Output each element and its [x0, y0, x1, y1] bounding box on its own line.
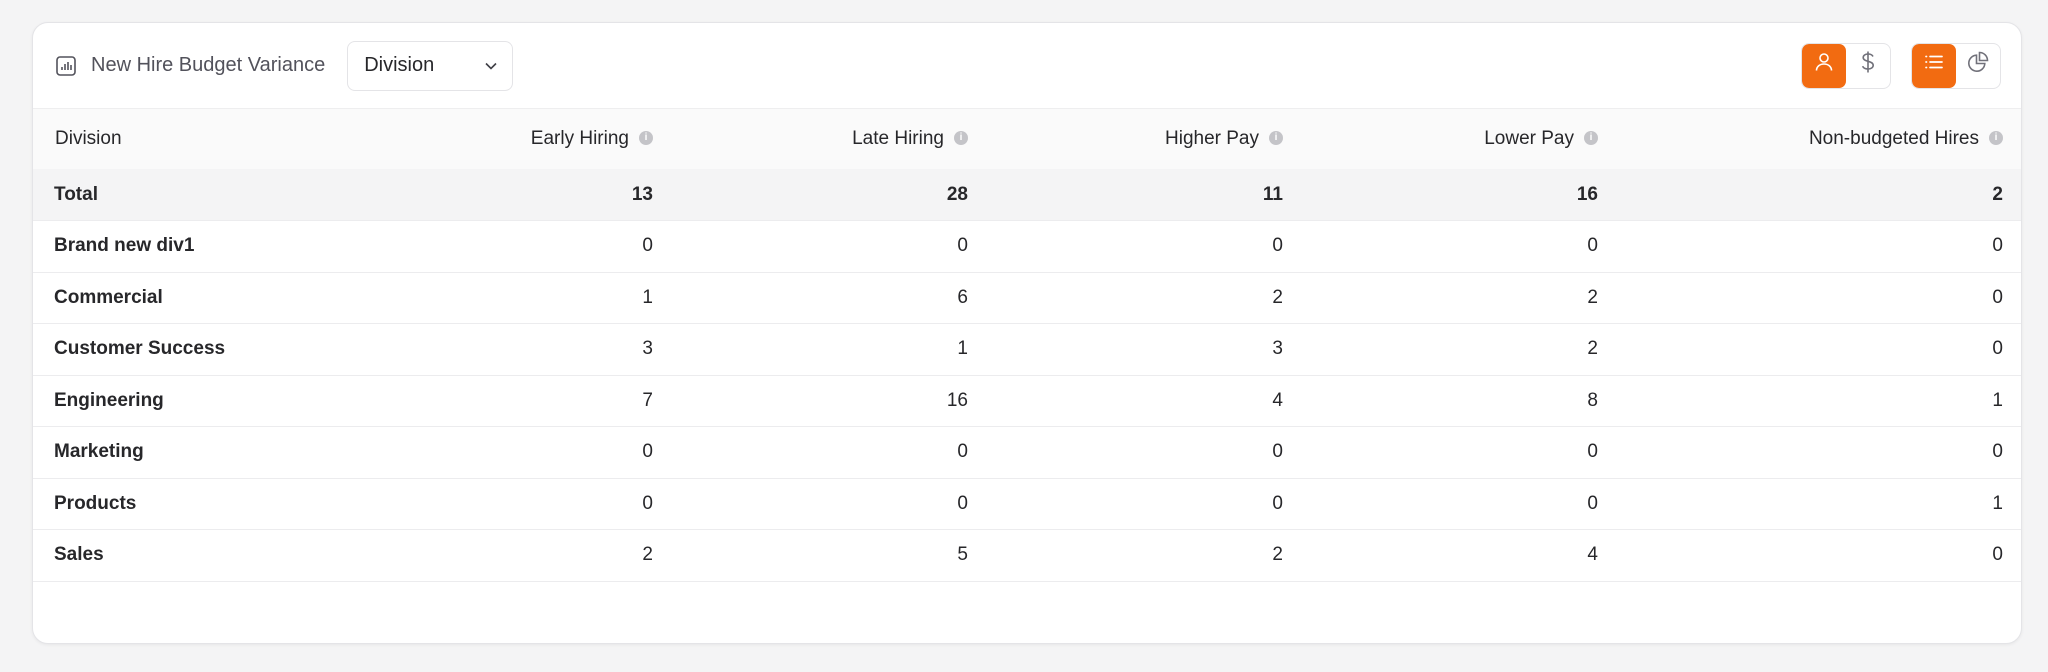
column-header-late-hiring[interactable]: Late Hiring i	[673, 109, 988, 169]
row-label: Sales	[54, 544, 104, 566]
table-row: Brand new div1 0 0 0 0 0	[33, 221, 2021, 272]
cell-higher-pay: 0	[1272, 441, 1283, 463]
info-icon[interactable]: i	[1989, 130, 2003, 145]
cell-early-hiring: 1	[642, 286, 653, 308]
cell-early-hiring: 0	[642, 441, 653, 463]
table-header: Division Early Hiring i Late Hiring i High…	[33, 109, 2021, 169]
cell-higher-pay: 3	[1272, 338, 1283, 360]
person-icon	[1813, 51, 1835, 80]
total-non-budgeted-hires: 2	[1992, 183, 2003, 205]
cell-non-budgeted-hires: 1	[1992, 389, 2003, 411]
row-label: Brand new div1	[54, 235, 195, 257]
column-header-division[interactable]: Division	[33, 109, 343, 169]
variance-table: Division Early Hiring i Late Hiring i High…	[33, 109, 2021, 582]
info-icon[interactable]: i	[954, 130, 968, 145]
table-row: Sales 2 5 2 4 0	[33, 530, 2021, 581]
cell-early-hiring: 7	[642, 389, 653, 411]
info-icon[interactable]: i	[1584, 130, 1598, 145]
list-icon	[1923, 51, 1945, 80]
table-view-button[interactable]	[1912, 43, 1956, 88]
cell-early-hiring: 2	[642, 544, 653, 566]
row-label: Engineering	[54, 389, 164, 411]
cell-late-hiring: 0	[957, 441, 968, 463]
cell-early-hiring: 0	[642, 492, 653, 514]
chart-view-button[interactable]	[1956, 44, 2000, 88]
cost-toggle-button[interactable]	[1846, 44, 1890, 88]
table-row: Marketing 0 0 0 0 0	[33, 427, 2021, 478]
table-row: Commercial 1 6 2 2 0	[33, 272, 2021, 324]
cell-higher-pay: 0	[1272, 235, 1283, 257]
cell-late-hiring: 1	[957, 338, 968, 360]
total-early-hiring: 13	[631, 183, 653, 205]
cell-lower-pay: 0	[1587, 441, 1598, 463]
group-by-select-value: Division	[364, 54, 435, 76]
cell-lower-pay: 4	[1587, 544, 1598, 566]
cell-lower-pay: 0	[1587, 492, 1598, 514]
metric-toggle-group	[1801, 42, 1891, 89]
cell-lower-pay: 2	[1587, 338, 1598, 360]
table-row: Customer Success 3 1 3 2 0	[33, 324, 2021, 375]
info-icon[interactable]: i	[639, 130, 653, 145]
view-toggle-group	[1911, 42, 2001, 89]
cell-late-hiring: 16	[946, 389, 968, 411]
cell-non-budgeted-hires: 0	[1992, 286, 2003, 308]
group-by-select[interactable]: Division	[347, 40, 514, 91]
column-header-non-budgeted-hires[interactable]: Non-budgeted Hires i	[1618, 109, 2021, 169]
bar-chart-icon	[55, 55, 77, 77]
row-label: Customer Success	[54, 338, 226, 360]
cell-non-budgeted-hires: 1	[1992, 492, 2003, 514]
cell-higher-pay: 4	[1272, 389, 1283, 411]
cell-late-hiring: 0	[957, 492, 968, 514]
column-header-lower-pay[interactable]: Lower Pay i	[1303, 109, 1618, 169]
cell-early-hiring: 0	[642, 235, 653, 257]
dollar-icon	[1857, 50, 1879, 81]
budget-variance-card: New Hire Budget Variance Division Divisi…	[32, 22, 2022, 644]
cell-non-budgeted-hires: 0	[1992, 441, 2003, 463]
cell-early-hiring: 3	[642, 338, 653, 360]
cell-lower-pay: 8	[1587, 389, 1598, 411]
info-icon[interactable]: i	[1269, 130, 1283, 145]
cell-late-hiring: 5	[957, 544, 968, 566]
cell-non-budgeted-hires: 0	[1992, 544, 2003, 566]
total-lower-pay: 16	[1576, 183, 1598, 205]
total-row: Total 13 28 11 16 2	[33, 169, 2021, 221]
total-label: Total	[54, 183, 98, 205]
widget-title: New Hire Budget Variance	[91, 54, 326, 76]
cell-higher-pay: 2	[1272, 286, 1283, 308]
row-label: Commercial	[54, 286, 163, 308]
total-late-hiring: 28	[946, 183, 968, 205]
pie-chart-icon	[1967, 51, 1989, 80]
title-wrap: New Hire Budget Variance	[55, 54, 325, 77]
header-row: Division Early Hiring i Late Hiring i High…	[33, 109, 2021, 169]
table-row: Engineering 7 16 4 8 1	[33, 375, 2021, 427]
cell-lower-pay: 2	[1587, 286, 1598, 308]
cell-non-budgeted-hires: 0	[1992, 338, 2003, 360]
headcount-toggle-button[interactable]	[1802, 43, 1846, 88]
column-header-early-hiring[interactable]: Early Hiring i	[343, 109, 673, 169]
row-label: Marketing	[54, 441, 144, 463]
cell-non-budgeted-hires: 0	[1992, 235, 2003, 257]
cell-higher-pay: 0	[1272, 492, 1283, 514]
chevron-down-icon	[484, 59, 498, 73]
table-body: Total 13 28 11 16 2 Brand new div1 0 0 0…	[33, 169, 2021, 581]
cell-late-hiring: 0	[957, 235, 968, 257]
column-header-higher-pay[interactable]: Higher Pay i	[988, 109, 1303, 169]
table-row: Products 0 0 0 0 1	[33, 478, 2021, 530]
cell-higher-pay: 2	[1272, 544, 1283, 566]
cell-late-hiring: 6	[957, 286, 968, 308]
cell-lower-pay: 0	[1587, 235, 1598, 257]
row-label: Products	[54, 492, 137, 514]
total-higher-pay: 11	[1262, 183, 1283, 205]
card-header: New Hire Budget Variance Division	[33, 23, 2021, 109]
